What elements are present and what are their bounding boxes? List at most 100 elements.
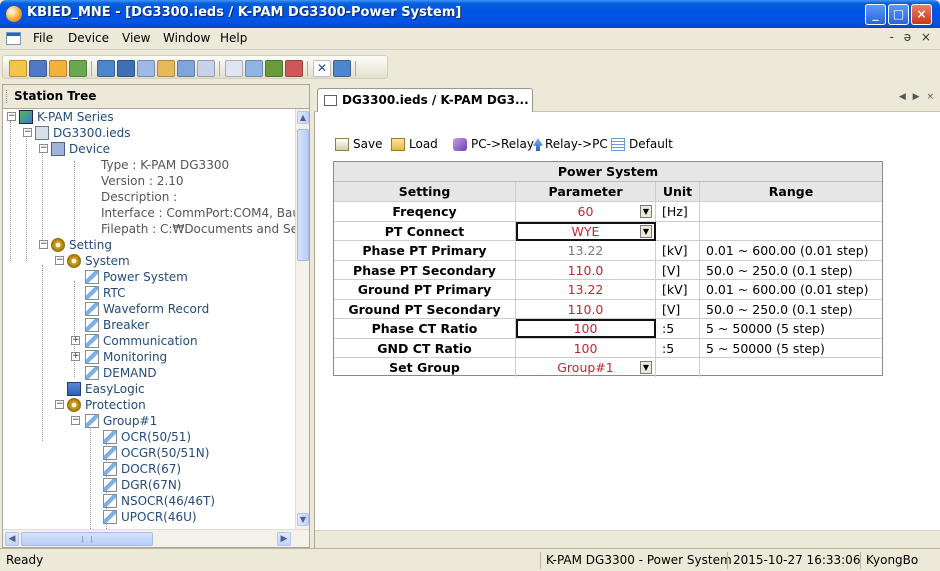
setting-name: Ground PT Secondary (334, 299, 516, 319)
tab-scroll-icon[interactable]: ◀ ▶ × (899, 92, 936, 102)
close-button[interactable]: × (911, 4, 932, 25)
parameter-input[interactable]: 110.0 (516, 299, 656, 319)
dropdown-arrow-icon[interactable]: ▼ (640, 224, 652, 238)
series-icon (19, 110, 33, 124)
monitor-icon[interactable] (137, 60, 155, 77)
collapse-icon[interactable]: − (39, 240, 48, 249)
wave-icon[interactable] (245, 60, 263, 77)
device-icon[interactable] (97, 60, 115, 77)
unit: [kV] (656, 241, 700, 260)
collapse-icon[interactable]: − (23, 128, 32, 137)
menu-file[interactable]: File (33, 31, 53, 45)
tab-label: DG3300.ieds / K-PAM DG3... (342, 93, 529, 107)
table-row[interactable]: GND CT Ratio 100 :5 5 ~ 50000 (5 step) (334, 338, 882, 358)
table-row[interactable]: PT Connect WYE ▼ (334, 221, 882, 241)
record-icon[interactable] (285, 60, 303, 77)
open-file-icon[interactable] (49, 60, 67, 77)
default-icon (611, 138, 625, 151)
settings-icon[interactable] (157, 60, 175, 77)
parameter-input[interactable]: 100 (516, 319, 656, 338)
help-icon[interactable] (333, 60, 351, 77)
dropdown-arrow-icon[interactable]: ▼ (640, 205, 652, 218)
collapse-icon[interactable]: − (39, 144, 48, 153)
table-row[interactable]: Ground PT Secondary 110.0 [V] 50.0 ~ 250… (334, 299, 882, 319)
status-bar: Ready K-PAM DG3300 - Power System 2015-1… (0, 548, 940, 571)
open-folder-icon[interactable] (9, 60, 27, 77)
dropdown-arrow-icon[interactable]: ▼ (640, 361, 652, 374)
table-row[interactable]: Set Group Group#1 ▼ (334, 358, 882, 378)
window-icon[interactable] (225, 60, 243, 77)
setting-name: Set Group (334, 358, 516, 377)
scroll-left-icon[interactable]: ◀ (5, 532, 19, 546)
connect-icon[interactable] (117, 60, 135, 77)
expand-icon[interactable]: + (71, 352, 80, 361)
power-system-table: Power System Setting Parameter Unit Rang… (333, 161, 883, 378)
tree-horizontal-scrollbar[interactable]: ◀ ▶ (3, 529, 309, 547)
station-tree-title: Station Tree (14, 89, 97, 103)
parameter-input[interactable]: 13.22 (516, 280, 656, 299)
table-row[interactable]: Phase PT Primary 13.22 [kV] 0.01 ~ 600.0… (334, 241, 882, 261)
gear-icon (67, 398, 81, 412)
app-icon (6, 6, 22, 22)
network-icon[interactable] (69, 60, 87, 77)
toolbar-strip: ✕ (2, 55, 388, 79)
scroll-up-icon[interactable]: ▲ (297, 111, 309, 124)
setting-name: Ground PT Primary (334, 280, 516, 299)
station-tree[interactable]: − K-PAM Series − DG3300.ieds − Device Ty… (3, 109, 295, 529)
scroll-down-icon[interactable]: ▼ (297, 513, 309, 526)
collapse-icon[interactable]: − (71, 416, 80, 425)
edit-icon (85, 302, 99, 316)
menu-window[interactable]: Window (163, 31, 210, 45)
frequency-select[interactable]: 60 ▼ (516, 202, 656, 221)
menu-help[interactable]: Help (220, 31, 247, 45)
setting-name: Freqency (334, 202, 516, 221)
upload-icon[interactable] (177, 60, 195, 77)
collapse-icon[interactable]: − (55, 256, 64, 265)
collapse-icon[interactable]: − (55, 400, 64, 409)
pane-grip[interactable] (6, 90, 9, 103)
scroll-thumb[interactable] (21, 532, 153, 546)
table-row[interactable]: Ground PT Primary 13.22 [kV] 0.01 ~ 600.… (334, 280, 882, 300)
parameter-input[interactable]: 100 (516, 338, 656, 358)
edit-icon (103, 430, 117, 444)
collapse-icon[interactable]: − (7, 112, 16, 121)
document-horizontal-scrollbar[interactable] (315, 530, 940, 548)
status-user: KyongBo (866, 553, 919, 567)
title-bar[interactable]: KBIED_MNE - [DG3300.ieds / K-PAM DG3300-… (0, 0, 940, 28)
maximize-button[interactable]: □ (888, 4, 909, 25)
setting-name: GND CT Ratio (334, 338, 516, 358)
child-window-controls[interactable]: - ə × (890, 30, 934, 44)
save-disk-icon[interactable] (29, 60, 47, 77)
set-group-select[interactable]: Group#1 ▼ (516, 358, 656, 377)
parameter-input[interactable]: 13.22 (516, 241, 656, 260)
unit: [Hz] (656, 202, 700, 221)
pt-connect-select[interactable]: WYE ▼ (516, 221, 656, 241)
tree-vertical-scrollbar[interactable]: ▲ ▼ (295, 109, 309, 529)
scroll-right-icon[interactable]: ▶ (277, 532, 291, 546)
edit-icon (103, 446, 117, 460)
unit (656, 221, 700, 241)
minimize-button[interactable]: _ (865, 4, 886, 25)
range: 0.01 ~ 600.00 (0.01 step) (706, 243, 869, 258)
report-icon[interactable] (197, 60, 215, 77)
chart-icon[interactable] (265, 60, 283, 77)
scroll-thumb[interactable] (297, 129, 309, 261)
tab-document[interactable]: DG3300.ieds / K-PAM DG3... (317, 88, 533, 112)
edit-icon (85, 414, 99, 428)
expand-icon[interactable]: + (71, 336, 80, 345)
table-row[interactable]: Phase PT Secondary 110.0 [V] 50.0 ~ 250.… (334, 260, 882, 280)
parameter-input[interactable]: 110.0 (516, 260, 656, 280)
edit-icon (85, 334, 99, 348)
table-row[interactable]: Phase CT Ratio 100 :5 5 ~ 50000 (5 step) (334, 319, 882, 339)
edit-icon (103, 478, 117, 492)
close-document-icon[interactable]: ✕ (313, 60, 331, 77)
window-title: KBIED_MNE - [DG3300.ieds / K-PAM DG3300-… (27, 5, 462, 20)
menu-view[interactable]: View (122, 31, 150, 45)
unit: [V] (656, 260, 700, 280)
table-row[interactable]: Freqency 60 ▼ [Hz] (334, 202, 882, 222)
menu-device[interactable]: Device (68, 31, 109, 45)
child-window-icon[interactable] (6, 32, 21, 45)
column-header: Parameter (516, 182, 656, 201)
edit-icon (103, 510, 117, 524)
station-tree-header: Station Tree (3, 85, 309, 109)
